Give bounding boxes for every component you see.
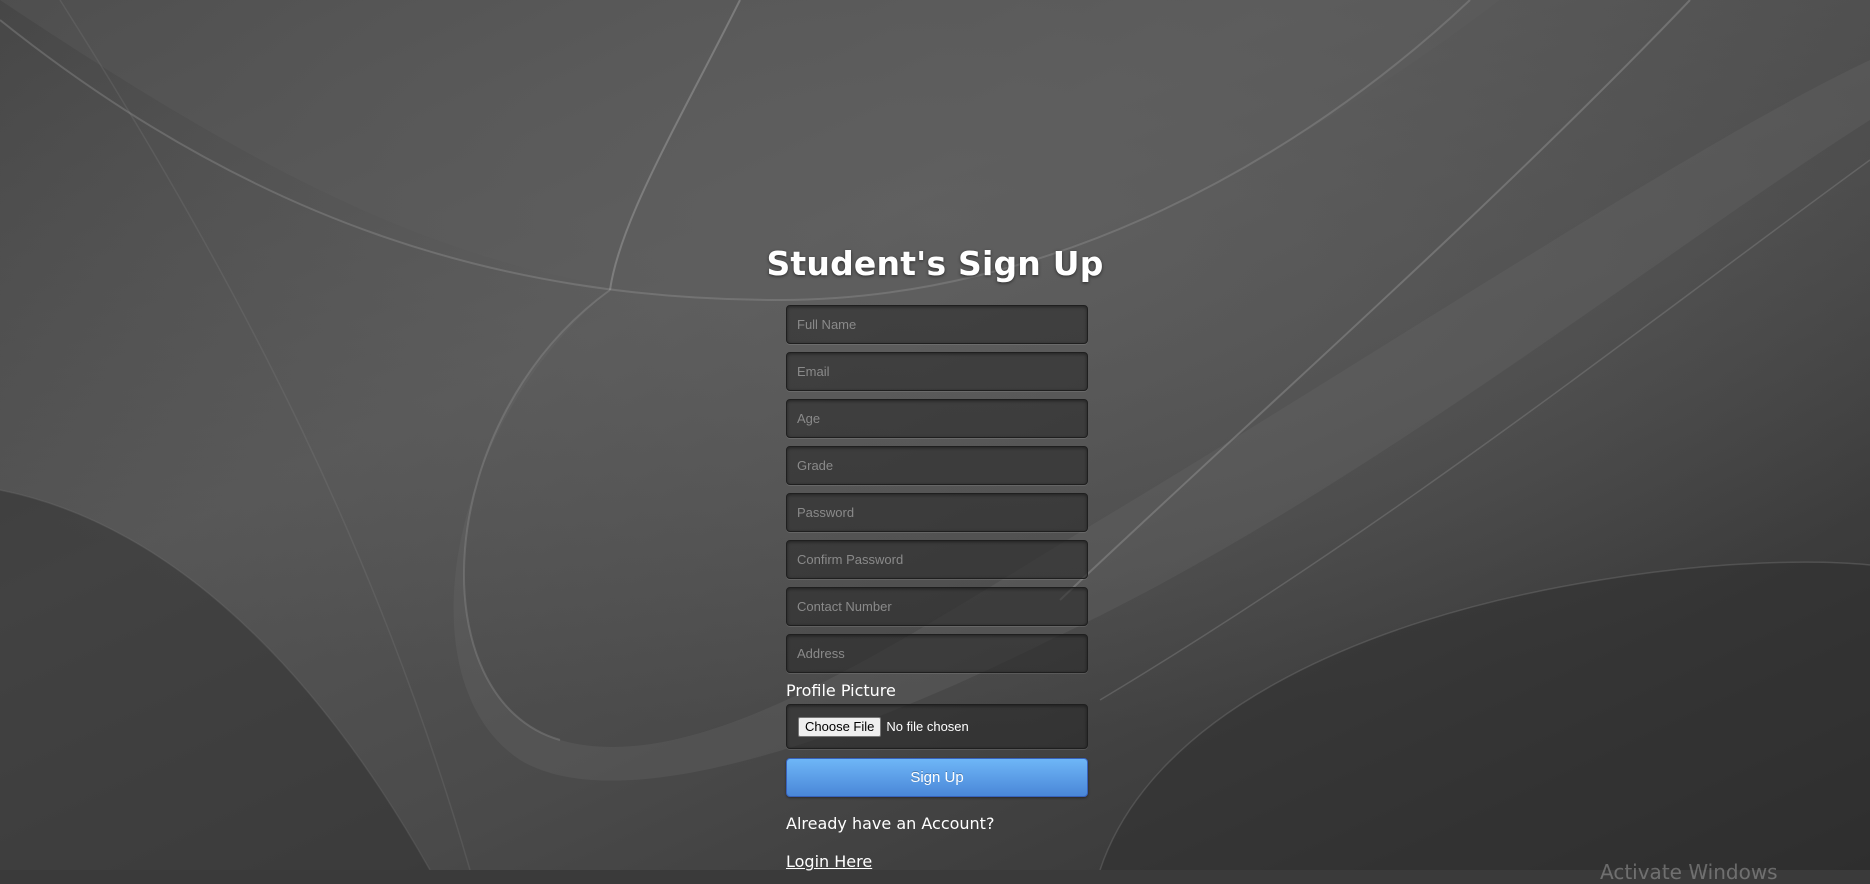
- confirm-password-input[interactable]: [786, 540, 1088, 579]
- full-name-input[interactable]: [786, 305, 1088, 344]
- login-link[interactable]: Login Here: [786, 852, 872, 872]
- activate-windows-watermark: Activate Windows: [1600, 860, 1778, 884]
- page-title: Student's Sign Up: [766, 244, 1104, 284]
- signup-form: Profile Picture Choose File No file chos…: [786, 305, 1088, 872]
- password-input[interactable]: [786, 493, 1088, 532]
- email-input[interactable]: [786, 352, 1088, 391]
- contact-number-input[interactable]: [786, 587, 1088, 626]
- choose-file-button[interactable]: Choose File: [798, 716, 882, 737]
- file-status-text: No file chosen: [886, 719, 969, 734]
- sign-up-button[interactable]: Sign Up: [786, 758, 1088, 797]
- already-account-text: Already have an Account?: [786, 814, 995, 833]
- grade-input[interactable]: [786, 446, 1088, 485]
- age-input[interactable]: [786, 399, 1088, 438]
- signup-page: Student's Sign Up Profile Picture Choose…: [0, 0, 1870, 884]
- address-input[interactable]: [786, 634, 1088, 673]
- profile-picture-file-input: Choose File No file chosen: [786, 704, 1088, 749]
- profile-picture-label: Profile Picture: [786, 681, 896, 700]
